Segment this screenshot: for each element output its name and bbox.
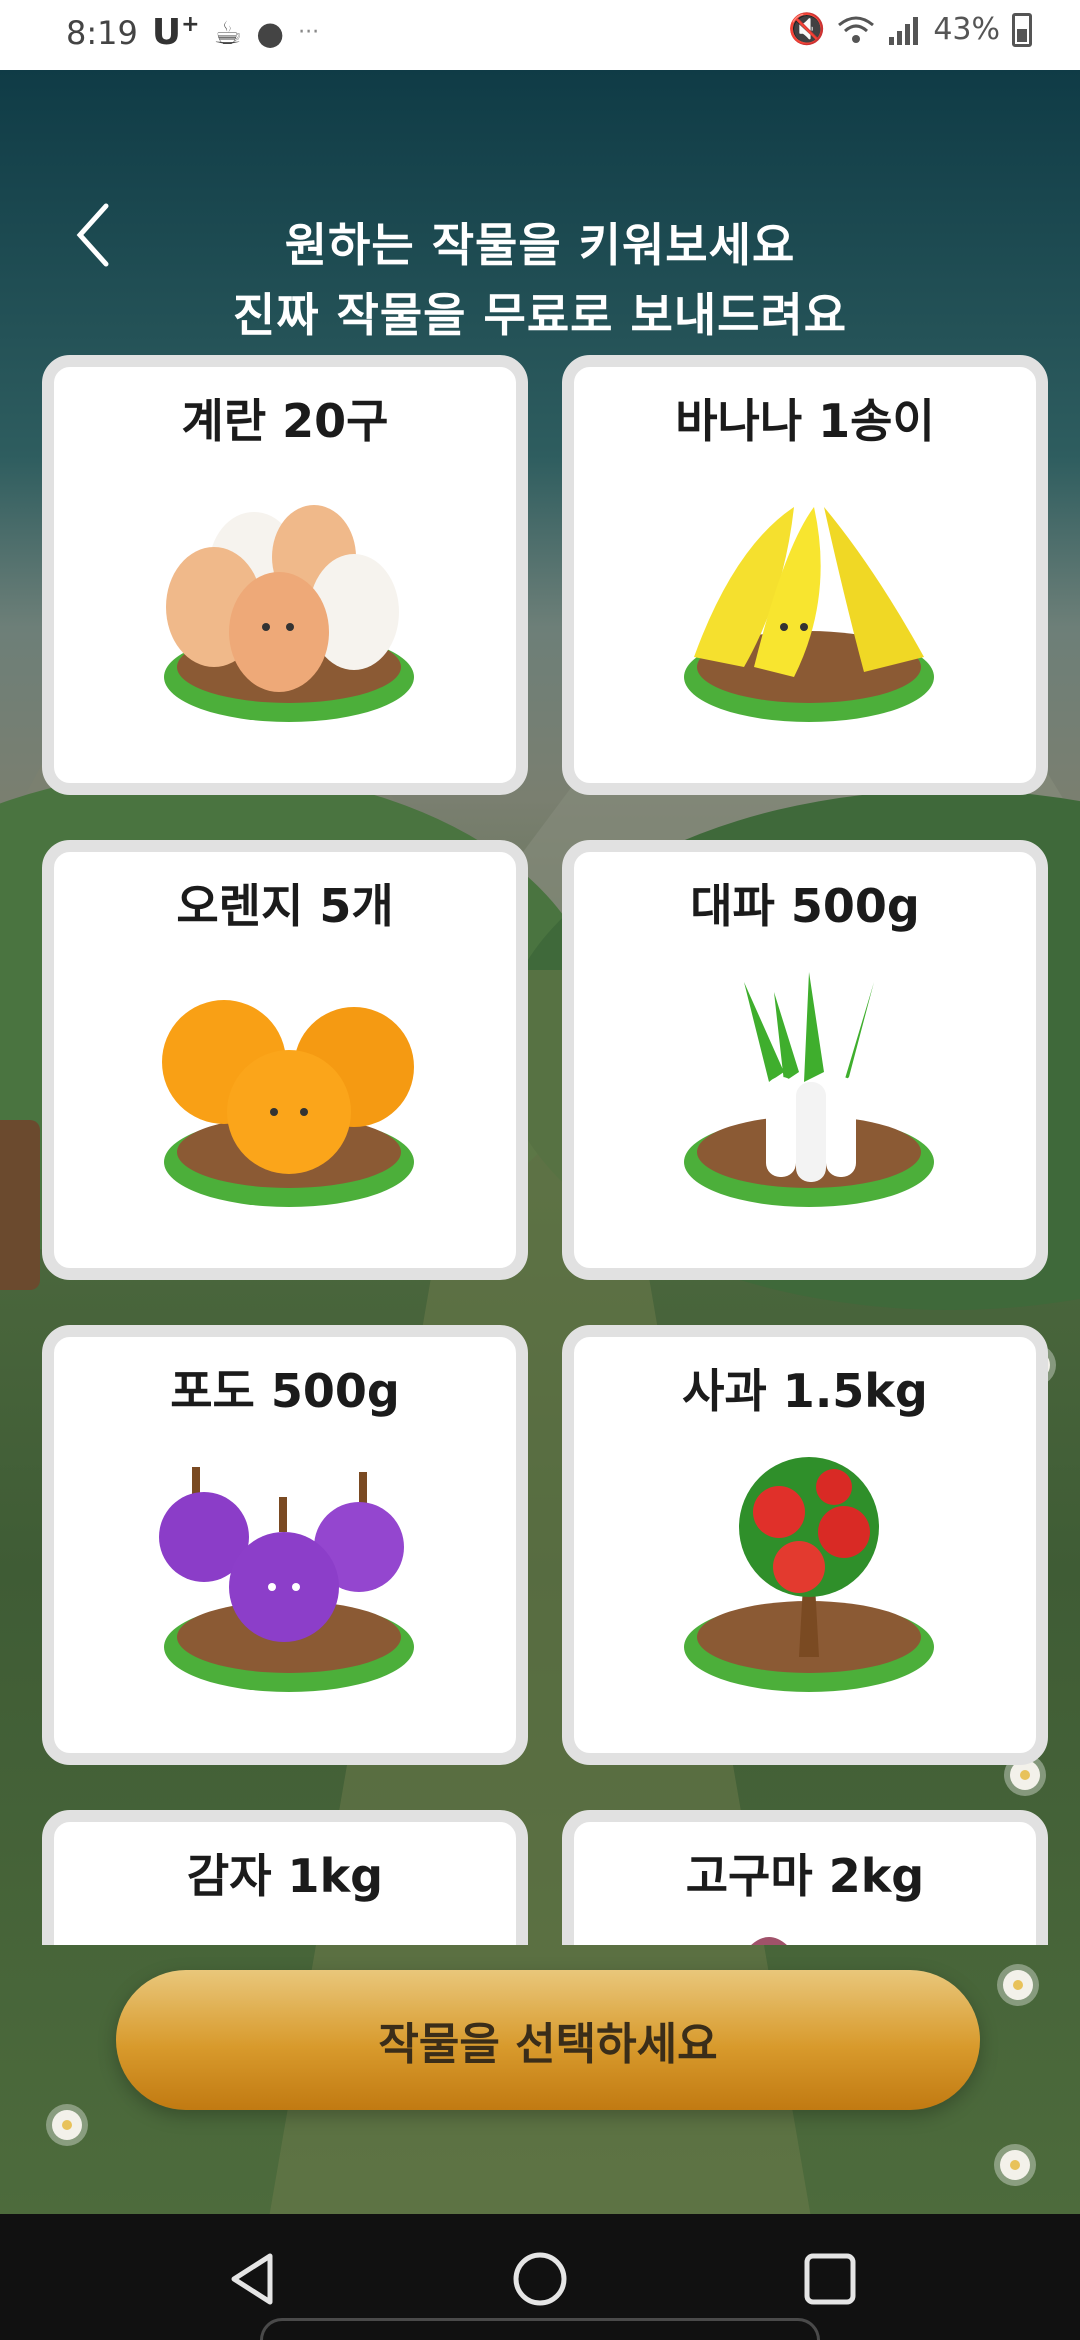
status-right: 🔇 43%: [788, 12, 1032, 47]
crop-grid: 계란 20구 바나나 1송이 오렌지 5개 대파 500g 포도 500g 사과…: [42, 355, 1052, 1945]
crop-card-sweet-potatoes[interactable]: 고구마 2kg: [562, 1810, 1048, 1945]
home-indicator: [260, 2318, 820, 2340]
nav-recent-apps-icon[interactable]: [795, 2244, 865, 2314]
crop-card-title: 오렌지 5개: [176, 879, 394, 933]
flower-decoration: [1000, 2150, 1030, 2180]
oranges-icon: [162, 1000, 414, 1207]
crop-card-title: 바나나 1송이: [675, 394, 935, 448]
crop-card-title: 계란 20구: [181, 394, 389, 448]
flower-decoration: [1003, 1970, 1033, 2000]
sweet-potato-icon: [751, 1937, 787, 1945]
carrier-label: U+: [151, 12, 200, 53]
header-line-2: 진짜 작물을 무료로 보내드려요: [232, 288, 848, 342]
grapes-icon: [159, 1467, 414, 1692]
crop-card-title: 대파 500g: [690, 879, 920, 933]
crop-card-oranges[interactable]: 오렌지 5개: [42, 840, 528, 1280]
chat-icon: ●: [256, 13, 285, 52]
mute-icon: 🔇: [787, 12, 826, 47]
crop-card-title: 감자 1kg: [186, 1849, 384, 1903]
flower-decoration: [52, 2110, 82, 2140]
signal-icon: [889, 16, 919, 45]
crop-card-apples[interactable]: 사과 1.5kg: [562, 1325, 1048, 1765]
crop-card-title: 포도 500g: [170, 1364, 400, 1418]
status-time: 8:19: [66, 13, 138, 52]
bananas-icon: [684, 507, 934, 722]
crop-card-title: 고구마 2kg: [685, 1849, 925, 1903]
nav-back-icon[interactable]: [220, 2244, 290, 2314]
eggs-icon: [164, 505, 414, 722]
header-line-1: 원하는 작물을 키워보세요: [284, 218, 796, 272]
more-notifications: ···: [298, 20, 320, 45]
crop-card-eggs[interactable]: 계란 20구: [42, 355, 528, 795]
crop-card-potatoes[interactable]: 감자 1kg: [42, 1810, 528, 1945]
battery-percent: 43%: [933, 12, 1000, 47]
crop-select-scene: 원하는 작물을 키워보세요 진짜 작물을 무료로 보내드려요 계란 20구 바나…: [0, 70, 1080, 2214]
crop-card-title: 사과 1.5kg: [682, 1364, 928, 1418]
wifi-icon: [838, 16, 875, 43]
coffee-icon: ☕: [213, 13, 243, 52]
select-crop-button[interactable]: 작물을 선택하세요: [116, 1970, 980, 2110]
nav-home-icon[interactable]: [505, 2244, 575, 2314]
crop-card-grapes[interactable]: 포도 500g: [42, 1325, 528, 1765]
page-header: 원하는 작물을 키워보세요 진짜 작물을 무료로 보내드려요: [0, 210, 1080, 350]
apple-tree-icon: [684, 1457, 934, 1692]
battery-icon: [1012, 12, 1032, 47]
status-left: 8:19 U+ ☕ ● ···: [66, 12, 319, 53]
status-bar: 8:19 U+ ☕ ● ··· 🔇 43%: [0, 0, 1080, 70]
crop-card-green-onions[interactable]: 대파 500g: [562, 840, 1048, 1280]
crop-card-bananas[interactable]: 바나나 1송이: [562, 355, 1048, 795]
tree-stump: [0, 1120, 40, 1290]
green-onions-icon: [684, 972, 934, 1207]
